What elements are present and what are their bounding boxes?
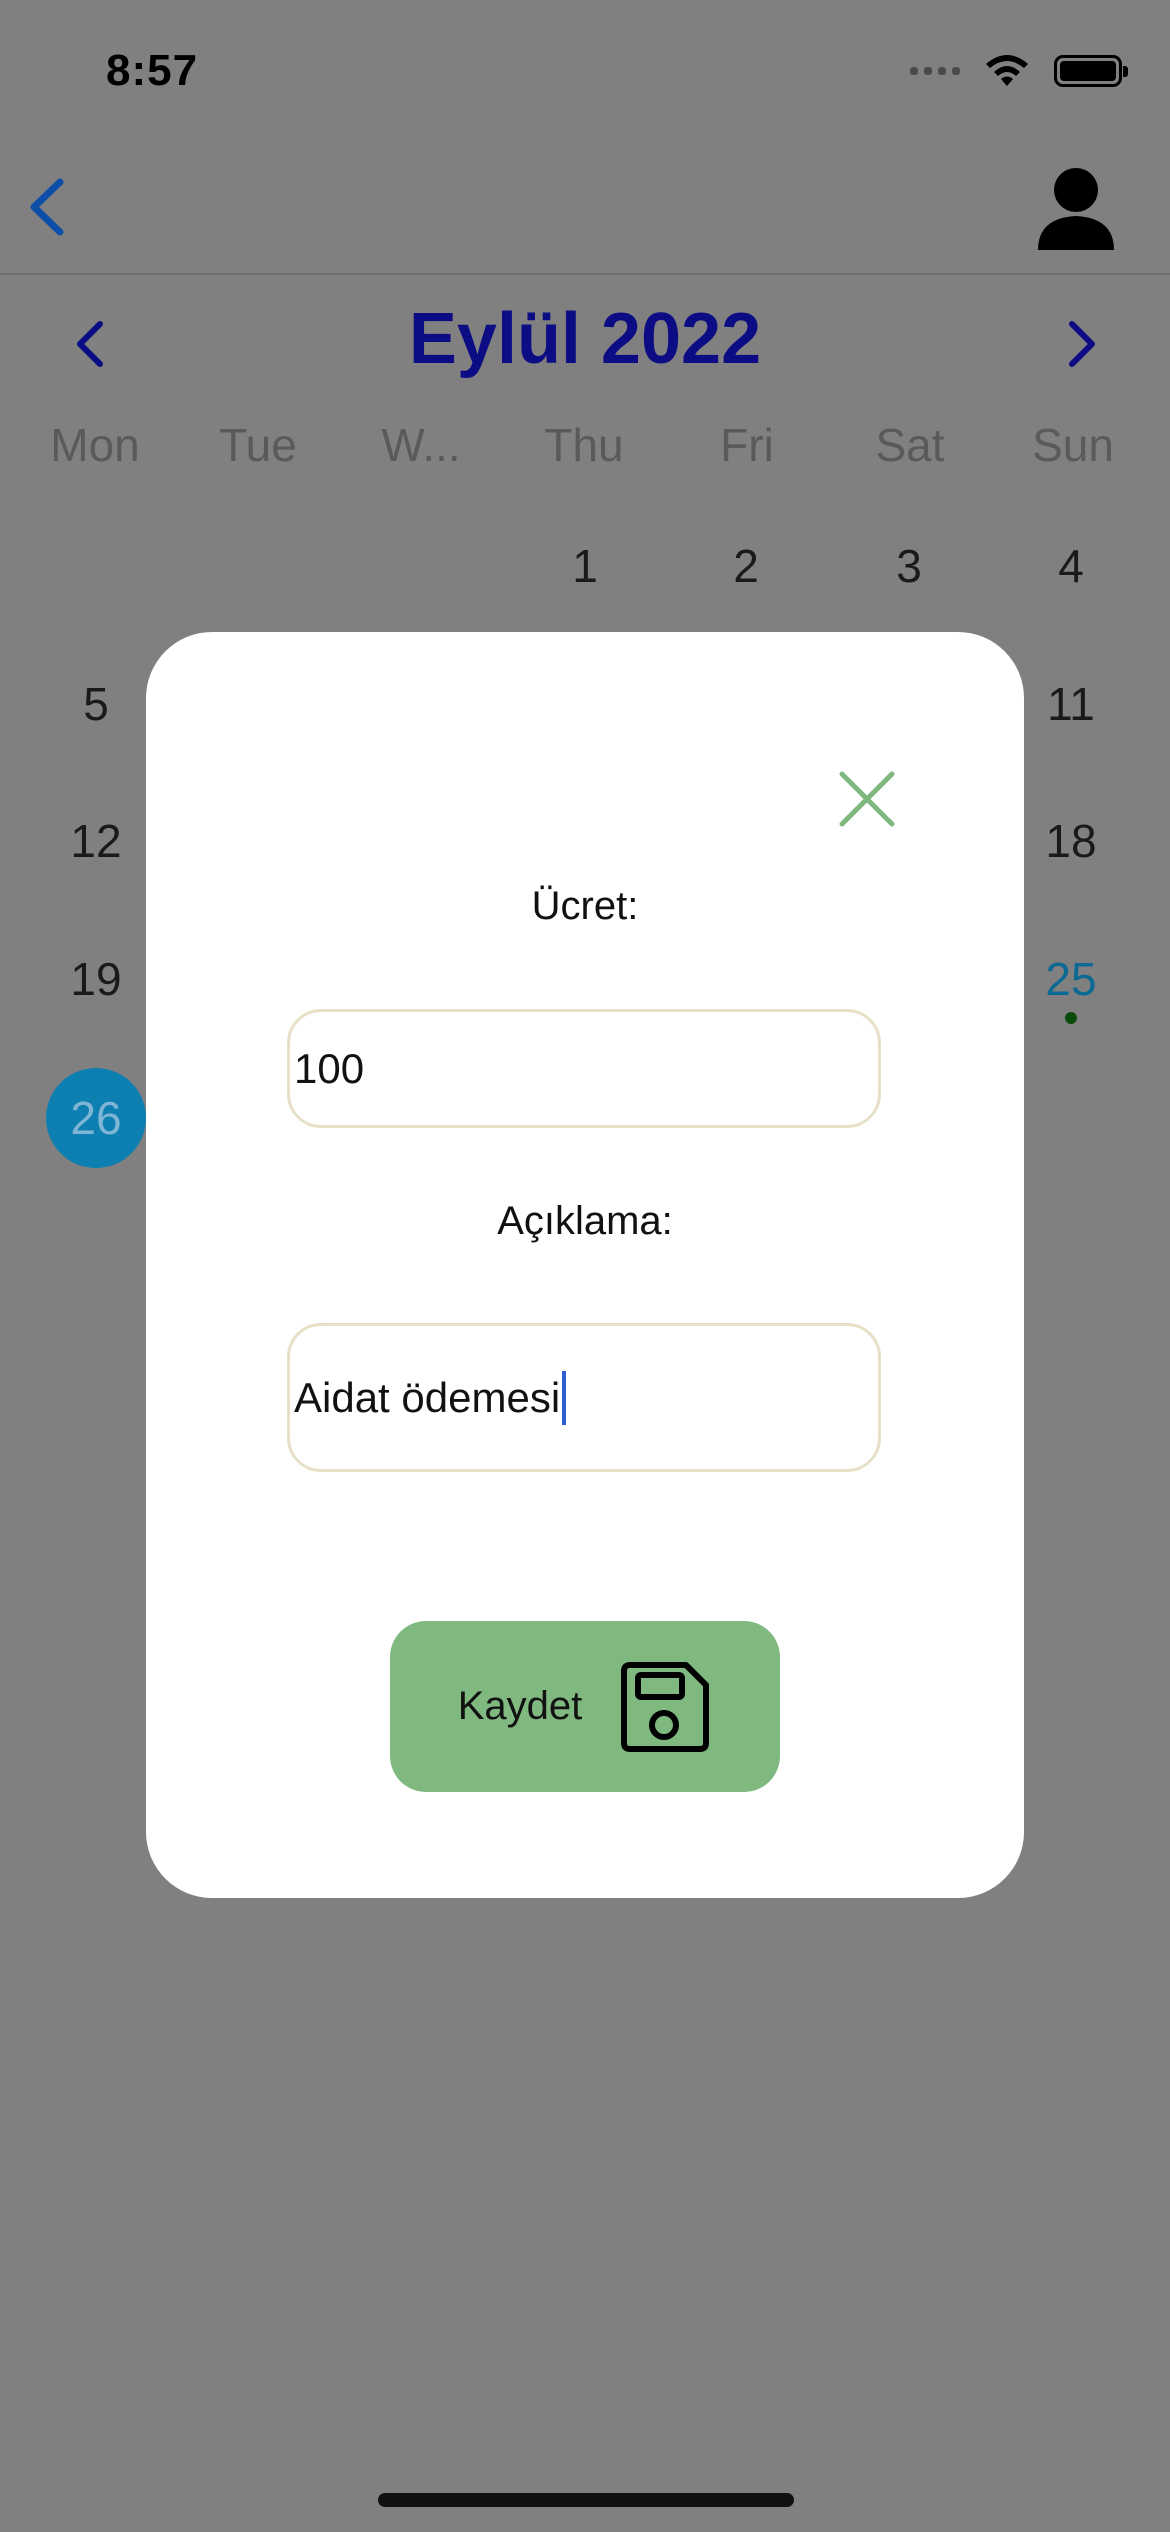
weekday-wed: W... <box>381 419 461 471</box>
calendar-day-selected[interactable]: 26 <box>46 1068 146 1168</box>
calendar-day[interactable]: 18 <box>1021 791 1121 891</box>
description-label: Açıklama: <box>497 1199 673 1243</box>
calendar-day[interactable]: 12 <box>46 791 146 891</box>
event-dot <box>1065 1012 1077 1024</box>
home-indicator <box>378 2493 794 2507</box>
status-icons <box>910 52 1128 90</box>
weekday-fri: Fri <box>720 419 774 471</box>
close-icon[interactable] <box>834 766 900 832</box>
calendar-day[interactable]: 19 <box>46 929 146 1029</box>
weekday-sat: Sat <box>875 419 945 471</box>
floppy-disk-icon <box>621 1661 710 1752</box>
status-time: 8:57 <box>106 46 199 95</box>
save-button[interactable]: Kaydet <box>390 1621 780 1792</box>
calendar-day[interactable]: 1 <box>535 516 635 616</box>
weekday-thu: Thu <box>544 419 624 471</box>
price-input[interactable]: 100 <box>287 1009 881 1128</box>
price-input-value: 100 <box>294 1044 365 1092</box>
price-label: Ücret: <box>531 884 639 928</box>
weekday-tue: Tue <box>219 419 297 471</box>
profile-icon[interactable] <box>1034 166 1118 250</box>
calendar-day[interactable]: 11 <box>1021 654 1121 754</box>
description-input-value: Aidat ödemesi <box>294 1373 561 1421</box>
weekday-sun: Sun <box>1032 419 1114 471</box>
chevron-right-icon[interactable] <box>1062 316 1102 372</box>
chevron-left-icon[interactable] <box>70 316 110 372</box>
nav-divider <box>0 273 1170 275</box>
save-button-label: Kaydet <box>457 1684 583 1728</box>
calendar-day[interactable]: 3 <box>859 516 959 616</box>
back-chevron-icon[interactable] <box>20 172 80 242</box>
text-cursor <box>562 1370 567 1425</box>
calendar-day[interactable]: 5 <box>46 654 146 754</box>
description-input[interactable]: Aidat ödemesi <box>287 1323 881 1472</box>
weekday-mon: Mon <box>50 419 140 471</box>
calendar-day[interactable]: 4 <box>1021 516 1121 616</box>
signal-icon <box>910 67 960 75</box>
wifi-icon <box>986 55 1028 86</box>
calendar-day[interactable]: 2 <box>696 516 796 616</box>
battery-icon <box>1054 55 1128 87</box>
month-title: Eylül 2022 <box>408 299 762 379</box>
